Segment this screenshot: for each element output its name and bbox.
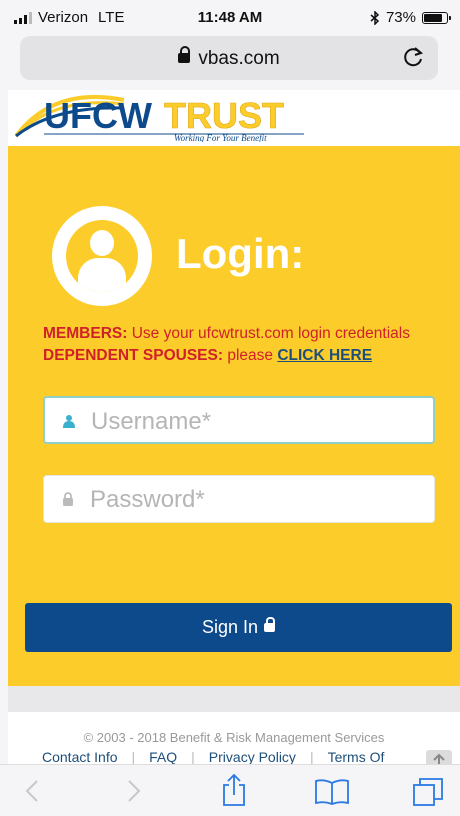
copyright: © 2003 - 2018 Benefit & Risk Management … xyxy=(83,730,385,745)
login-instructions: MEMBERS: Use your ufcwtrust.com login cr… xyxy=(43,324,443,366)
footer-link-privacy[interactable]: Privacy Policy xyxy=(209,749,296,765)
tabs-icon[interactable] xyxy=(412,777,444,807)
password-placeholder: Password* xyxy=(90,486,205,513)
forward-icon[interactable] xyxy=(126,779,142,803)
browser-toolbar xyxy=(0,764,460,816)
logo-text-ufcw: UFCW xyxy=(44,95,152,136)
share-icon[interactable] xyxy=(220,773,248,807)
reload-icon[interactable] xyxy=(402,45,426,69)
login-panel: Login: MEMBERS: Use your ufcwtrust.com l… xyxy=(8,146,460,686)
sign-in-button[interactable]: Sign In xyxy=(25,603,452,652)
divider-band xyxy=(8,686,460,712)
url-text: vbas.com xyxy=(198,48,280,69)
sign-in-label: Sign In xyxy=(201,617,259,637)
bluetooth-icon xyxy=(370,10,380,25)
battery-percent: 73% xyxy=(385,9,416,26)
members-text: Use your ufcwtrust.com login credentials xyxy=(131,325,410,342)
footer: © 2003 - 2018 Benefit & Risk Management … xyxy=(8,712,460,772)
user-icon xyxy=(63,415,75,428)
back-icon[interactable] xyxy=(24,779,40,803)
user-avatar-icon xyxy=(52,206,152,306)
footer-link-faq[interactable]: FAQ xyxy=(149,749,177,765)
footer-link-terms[interactable]: Terms Of xyxy=(328,749,385,765)
logo-text-trust: TRUST xyxy=(164,95,284,136)
bookmarks-icon[interactable] xyxy=(314,777,350,805)
address-bar[interactable]: vbas.com xyxy=(20,36,438,80)
password-field[interactable]: Password* xyxy=(43,475,435,523)
ufcw-trust-logo[interactable]: UFCW TRUST Working For Your Benefit xyxy=(14,94,314,142)
click-here-link[interactable]: CLICK HERE xyxy=(277,347,372,364)
lock-icon xyxy=(178,46,191,63)
username-field[interactable]: Username* xyxy=(43,396,435,444)
login-title: Login: xyxy=(176,230,305,277)
lock-icon xyxy=(264,617,276,632)
spouses-label: DEPENDENT SPOUSES: xyxy=(43,347,224,364)
footer-links: Contact Info | FAQ | Privacy Policy | Terms Of xyxy=(42,749,385,765)
username-placeholder: Username* xyxy=(91,408,212,435)
battery-icon xyxy=(422,11,451,24)
site-header: UFCW TRUST Working For Your Benefit xyxy=(8,90,460,146)
lock-icon xyxy=(63,492,73,506)
spouses-text: please xyxy=(227,347,274,364)
status-bar: Verizon LTE 11:48 AM 73% xyxy=(0,0,460,34)
logo-tagline: Working For Your Benefit xyxy=(174,133,267,142)
footer-link-contact[interactable]: Contact Info xyxy=(42,749,118,765)
members-label: MEMBERS: xyxy=(43,325,128,342)
